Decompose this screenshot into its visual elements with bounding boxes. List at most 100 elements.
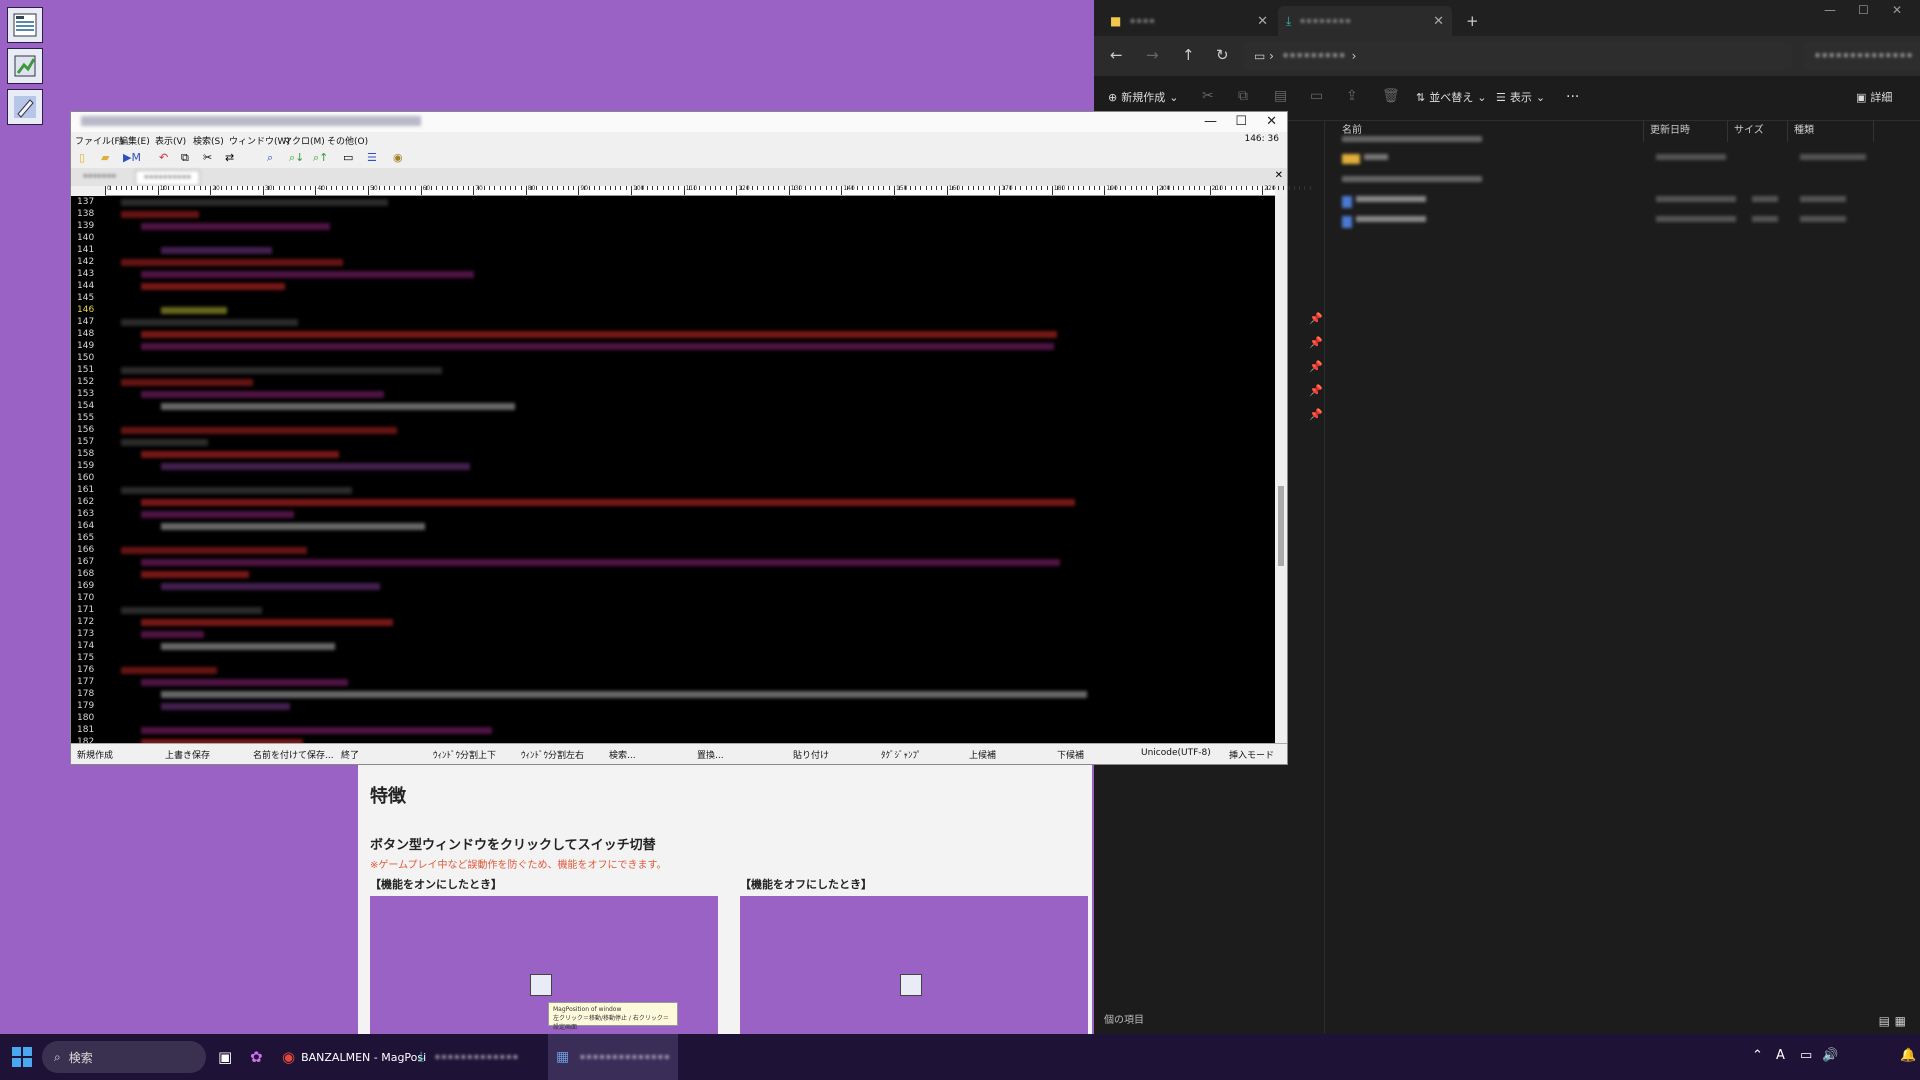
pin-icon[interactable]: 📌 xyxy=(1309,384,1323,397)
minimize-icon[interactable]: — xyxy=(1204,114,1217,129)
menu-file[interactable]: ファイル(F) xyxy=(75,134,123,147)
tab-folder[interactable]: ■ •••• ✕ xyxy=(1102,6,1276,36)
paste-icon[interactable]: ⇄ xyxy=(225,151,234,164)
taskbar-explorer[interactable]: ⤓ ••••••••••••• xyxy=(418,1034,519,1080)
forward-icon[interactable]: → xyxy=(1146,46,1159,64)
pin-icon[interactable]: 📌 xyxy=(1309,336,1323,349)
close-icon[interactable]: ✕ xyxy=(1266,114,1277,129)
group-header[interactable] xyxy=(1336,136,1920,154)
volume-icon[interactable]: 🔊 xyxy=(1822,1048,1838,1063)
encoding-label[interactable]: Unicode(UTF-8) xyxy=(1141,748,1211,758)
search-icon[interactable]: ⌕ xyxy=(267,151,273,165)
close-icon[interactable]: ✕ xyxy=(1257,14,1268,29)
function-key[interactable]: ｳｨﾝﾄﾞｳ分割左右 xyxy=(521,748,584,761)
function-key[interactable]: 上書き保存 xyxy=(165,748,210,761)
list-item[interactable] xyxy=(1336,154,1920,172)
function-key[interactable]: 置換... xyxy=(697,748,724,761)
taskbar-chrome[interactable]: ◉ BANZALMEN - MagPosi xyxy=(282,1034,426,1080)
new-button[interactable]: ⊕ 新規作成 ⌄ xyxy=(1108,89,1178,105)
details-view-icon[interactable]: ▤ xyxy=(1879,1014,1890,1028)
taskbar-search[interactable]: ⌕ 検索 xyxy=(42,1041,206,1073)
maximize-icon[interactable]: ☐ xyxy=(1235,114,1247,129)
search-input[interactable]: •••••••••••••• ⌕ xyxy=(1804,42,1920,70)
ruler-tick xyxy=(183,186,185,190)
cut-icon[interactable]: ✂ xyxy=(1202,88,1214,104)
menu-window[interactable]: ウィンドウ(W) xyxy=(229,134,290,147)
copy-icon[interactable]: ⧉ xyxy=(181,151,189,165)
grep-icon[interactable]: ▭ xyxy=(343,151,353,164)
chevron-up-icon[interactable]: ⌃ xyxy=(1752,1048,1763,1063)
ime-icon[interactable]: A xyxy=(1776,1048,1785,1063)
menu-view[interactable]: 表示(V) xyxy=(155,134,186,147)
details-pane-icon: ▣ xyxy=(1856,90,1867,104)
tab-downloads[interactable]: ⤓ •••••••• ✕ xyxy=(1278,6,1452,36)
back-icon[interactable]: ← xyxy=(1110,46,1123,64)
function-key[interactable]: 新規作成 xyxy=(77,748,113,761)
more-icon[interactable]: ··· xyxy=(1566,89,1579,105)
share-icon[interactable]: ⇪ xyxy=(1346,88,1358,104)
function-key[interactable]: 名前を付けて保存... xyxy=(253,748,334,761)
function-key[interactable]: ﾀｸﾞｼﾞｬﾝﾌﾟ xyxy=(881,748,922,761)
magposi-icon[interactable] xyxy=(7,48,43,84)
ruler-tick xyxy=(746,186,748,190)
menu-search[interactable]: 検索(S) xyxy=(193,134,224,147)
sort-button[interactable]: ⇅ 並べ替え ⌄ xyxy=(1416,89,1486,105)
paste-icon[interactable]: ▤ xyxy=(1274,88,1287,104)
pin-icon[interactable]: 📌 xyxy=(1309,360,1323,373)
up-icon[interactable]: ↑ xyxy=(1182,46,1195,64)
start-button[interactable] xyxy=(12,1034,32,1080)
details-button[interactable]: ▣ 詳細 xyxy=(1856,89,1892,105)
search-up-icon[interactable]: ⌕↑ xyxy=(313,151,328,165)
menu-edit[interactable]: 編集(E) xyxy=(119,134,150,147)
function-key[interactable]: 終了 xyxy=(341,748,359,761)
taskbar-editor[interactable]: ▦ •••••••••••••• xyxy=(548,1034,679,1080)
delete-icon[interactable]: 🗑 xyxy=(1382,88,1400,104)
copilot-icon[interactable]: ✿ xyxy=(250,1034,263,1080)
function-key[interactable]: 検索... xyxy=(609,748,636,761)
open-folder-icon[interactable]: ▰ xyxy=(101,151,109,164)
close-window-icon[interactable]: ✕ xyxy=(1892,3,1902,17)
code-area[interactable]: 137 138 139 140 141 142 143 144 145 146 147 148 149 1… xyxy=(71,196,1275,744)
undo-icon[interactable]: ↶ xyxy=(159,151,168,164)
doc-tab-active[interactable]: •••••••••• xyxy=(135,170,201,186)
close-tab-icon[interactable]: ✕ xyxy=(1275,170,1283,181)
new-tab-button[interactable]: + xyxy=(1458,6,1488,36)
insert-mode-label[interactable]: 挿入モード xyxy=(1229,748,1274,761)
maximize-icon[interactable]: ☐ xyxy=(1858,3,1869,17)
menu-other[interactable]: その他(O) xyxy=(327,134,368,147)
code-line xyxy=(121,439,208,446)
code-line xyxy=(161,307,227,314)
notification-icon[interactable]: 🔔 xyxy=(1900,1048,1916,1063)
copy-icon[interactable]: ⧉ xyxy=(1238,88,1248,104)
scroll-thumb[interactable] xyxy=(1278,486,1284,566)
save-icon[interactable]: ▶M xyxy=(123,151,141,164)
rename-icon[interactable]: ▭ xyxy=(1310,88,1323,104)
pencil-icon[interactable] xyxy=(7,89,43,125)
close-icon[interactable]: ✕ xyxy=(1433,14,1444,29)
function-key[interactable]: 下候補 xyxy=(1057,748,1084,761)
minimize-icon[interactable]: — xyxy=(1824,3,1836,17)
window-list-icon[interactable] xyxy=(7,7,43,43)
list-item[interactable] xyxy=(1336,196,1920,214)
cut-icon[interactable]: ✂ xyxy=(203,151,212,164)
menu-macro[interactable]: マクロ(M) xyxy=(283,134,325,147)
function-key[interactable]: 上候補 xyxy=(969,748,996,761)
address-bar[interactable]: ▭ › ••••••••• › xyxy=(1244,42,1792,70)
refresh-icon[interactable]: ↻ xyxy=(1216,46,1229,64)
function-key[interactable]: 貼り付け xyxy=(793,748,829,761)
function-key[interactable]: ｳｨﾝﾄﾞｳ分割上下 xyxy=(433,748,496,761)
new-file-icon[interactable]: ▯ xyxy=(79,151,85,164)
view-button[interactable]: ☰ 表示 ⌄ xyxy=(1496,89,1545,105)
settings-icon[interactable]: ◉ xyxy=(393,151,403,164)
search-down-icon[interactable]: ⌕↓ xyxy=(289,151,304,165)
tiles-view-icon[interactable]: ▦ xyxy=(1895,1014,1906,1028)
group-header[interactable] xyxy=(1336,176,1920,194)
doc-tab[interactable]: ••••••• xyxy=(75,170,124,184)
task-view-icon[interactable]: ▣ xyxy=(218,1034,232,1080)
pin-icon[interactable]: 📌 xyxy=(1309,408,1323,421)
pin-icon[interactable]: 📌 xyxy=(1309,312,1323,325)
vertical-scrollbar[interactable] xyxy=(1275,196,1287,744)
list-item[interactable] xyxy=(1336,216,1920,234)
network-icon[interactable]: ▭ xyxy=(1800,1048,1812,1063)
split-icon[interactable]: ☰ xyxy=(367,151,377,164)
